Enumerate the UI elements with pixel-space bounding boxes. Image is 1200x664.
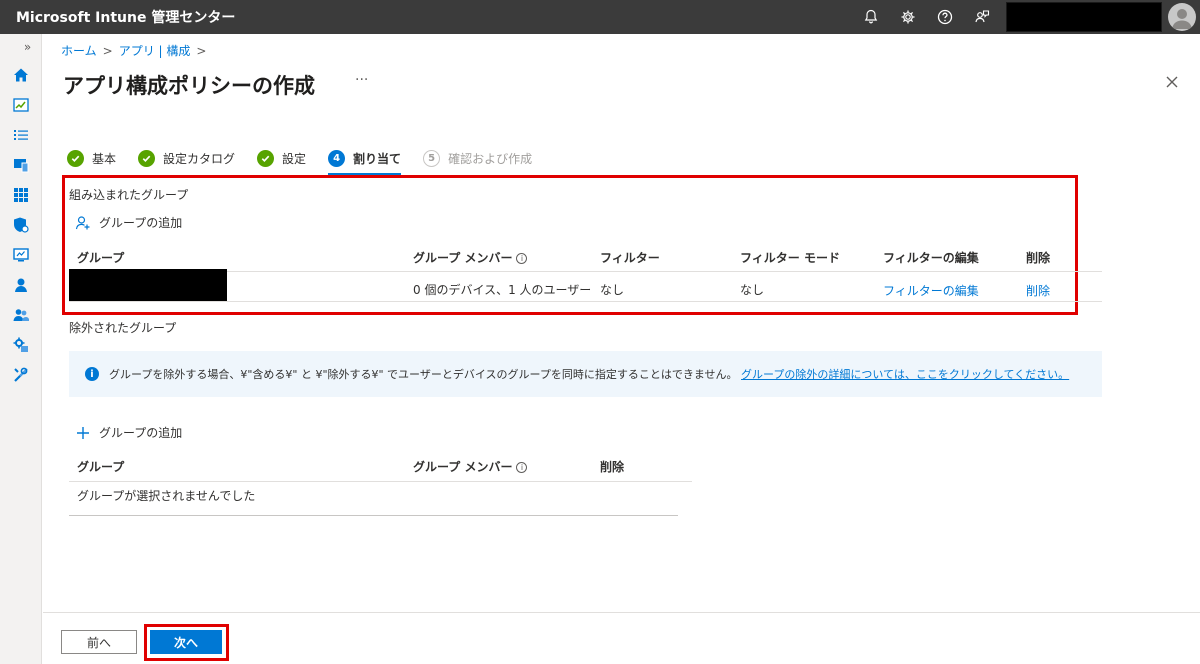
- next-button[interactable]: 次へ: [150, 630, 222, 654]
- col-header-group: グループ: [77, 460, 125, 474]
- avatar[interactable]: [1168, 3, 1196, 31]
- info-icon[interactable]: i: [516, 253, 528, 264]
- breadcrumb-separator: >: [102, 43, 113, 58]
- home-icon[interactable]: [0, 60, 42, 90]
- tenant-admin-icon[interactable]: [0, 330, 42, 360]
- breadcrumb-apps-config-link[interactable]: アプリ | 構成: [119, 42, 191, 59]
- col-header-delete: 削除: [1026, 251, 1051, 265]
- info-icon: i: [85, 367, 99, 381]
- col-header-delete: 削除: [600, 460, 625, 474]
- col-header-group-members: グループ メンバー i: [413, 458, 528, 475]
- plus-icon: [77, 426, 89, 439]
- help-icon[interactable]: [926, 0, 963, 34]
- wizard-footer: 前へ 次へ: [43, 612, 1200, 664]
- col-header-group: グループ: [77, 251, 125, 265]
- filter-mode-cell: なし: [740, 283, 765, 297]
- col-header-edit-filter: フィルターの編集: [883, 251, 979, 265]
- breadcrumb: ホーム > アプリ | 構成 >: [61, 42, 206, 59]
- included-groups-title: 組み込まれたグループ: [69, 188, 189, 202]
- breadcrumb-home-link[interactable]: ホーム: [61, 42, 97, 59]
- step-label: 設定: [282, 151, 307, 166]
- info-banner-text: グループを除外する場合、¥"含める¥" と ¥"除外する¥" でユーザーとデバイ…: [109, 366, 1069, 382]
- add-person-icon: [75, 215, 90, 229]
- main-content: ホーム > アプリ | 構成 > アプリ構成ポリシーの作成 ··· 基本 設定カ…: [43, 34, 1200, 664]
- settings-gear-icon[interactable]: [889, 0, 926, 34]
- step-basics[interactable]: 基本: [67, 146, 116, 170]
- info-banner: i グループを除外する場合、¥"含める¥" と ¥"除外する¥" でユーザーとデ…: [69, 351, 1102, 397]
- col-header-filter: フィルター: [600, 251, 660, 265]
- add-group-label: グループの追加: [99, 216, 183, 230]
- devices-icon[interactable]: [0, 150, 42, 180]
- table-divider: [69, 481, 692, 482]
- completed-checkmark-icon: [257, 149, 275, 167]
- dashboard-icon[interactable]: [0, 90, 42, 120]
- app-title[interactable]: Microsoft Intune 管理センター: [0, 7, 852, 27]
- edit-filter-link[interactable]: フィルターの編集: [883, 282, 979, 299]
- completed-checkmark-icon: [138, 149, 156, 167]
- table-divider: [69, 515, 678, 516]
- filter-cell: なし: [600, 283, 625, 297]
- feedback-icon[interactable]: [963, 0, 1000, 34]
- col-header-label: グループ メンバー: [413, 460, 513, 474]
- step-assignments[interactable]: 4 割り当て: [328, 146, 402, 175]
- wizard-steps: 基本 設定カタログ 設定 4 割り当て 5 確認および作成: [67, 146, 554, 175]
- delete-link[interactable]: 削除: [1026, 282, 1050, 299]
- reports-monitor-icon[interactable]: [0, 240, 42, 270]
- all-services-list-icon[interactable]: [0, 120, 42, 150]
- col-header-group-members: グループ メンバー i: [413, 249, 528, 266]
- empty-state-text: グループが選択されませんでした: [77, 489, 256, 503]
- endpoint-security-shield-icon[interactable]: [0, 210, 42, 240]
- step-number-badge: 4: [328, 149, 346, 167]
- col-header-filter-mode: フィルター モード: [740, 251, 840, 265]
- top-bar: Microsoft Intune 管理センター: [0, 0, 1200, 34]
- page-title: アプリ構成ポリシーの作成: [63, 74, 315, 98]
- step-settings[interactable]: 設定: [257, 146, 306, 170]
- completed-checkmark-icon: [67, 149, 84, 167]
- step-label: 確認および作成: [448, 151, 533, 166]
- breadcrumb-separator: >: [196, 43, 207, 58]
- account-name-redacted[interactable]: [1006, 2, 1162, 32]
- apps-grid-icon[interactable]: [0, 180, 42, 210]
- groups-icon[interactable]: [0, 300, 42, 330]
- group-members-cell: 0 個のデバイス、1 人のユーザー: [413, 283, 592, 297]
- add-excluded-group-button[interactable]: グループの追加: [75, 424, 182, 441]
- table-divider: [69, 301, 1102, 302]
- step-review-create: 5 確認および作成: [423, 146, 532, 170]
- close-icon[interactable]: [1164, 74, 1180, 90]
- step-number-badge: 5: [423, 149, 441, 167]
- banner-message: グループを除外する場合、¥"含める¥" と ¥"除外する¥" でユーザーとデバイ…: [109, 368, 738, 381]
- left-nav: »: [0, 34, 42, 664]
- step-label: 設定カタログ: [163, 151, 236, 166]
- previous-button[interactable]: 前へ: [61, 630, 137, 654]
- expand-nav-chevron-icon[interactable]: »: [0, 34, 41, 60]
- add-group-label: グループの追加: [99, 426, 183, 440]
- col-header-label: グループ メンバー: [413, 251, 513, 265]
- step-label: 割り当て: [353, 151, 402, 166]
- more-options-ellipsis-icon[interactable]: ···: [355, 72, 368, 88]
- troubleshooting-tools-icon[interactable]: [0, 360, 42, 390]
- add-included-group-button[interactable]: グループの追加: [75, 214, 182, 231]
- notifications-bell-icon[interactable]: [852, 0, 889, 34]
- info-icon[interactable]: i: [516, 462, 528, 473]
- step-label: 基本: [92, 151, 117, 166]
- users-icon[interactable]: [0, 270, 42, 300]
- step-settings-catalog[interactable]: 設定カタログ: [138, 146, 235, 170]
- excluded-groups-title: 除外されたグループ: [69, 321, 177, 335]
- exclusion-details-link[interactable]: グループの除外の詳細については、ここをクリックしてください。: [741, 368, 1069, 381]
- group-name-redacted: [69, 269, 227, 301]
